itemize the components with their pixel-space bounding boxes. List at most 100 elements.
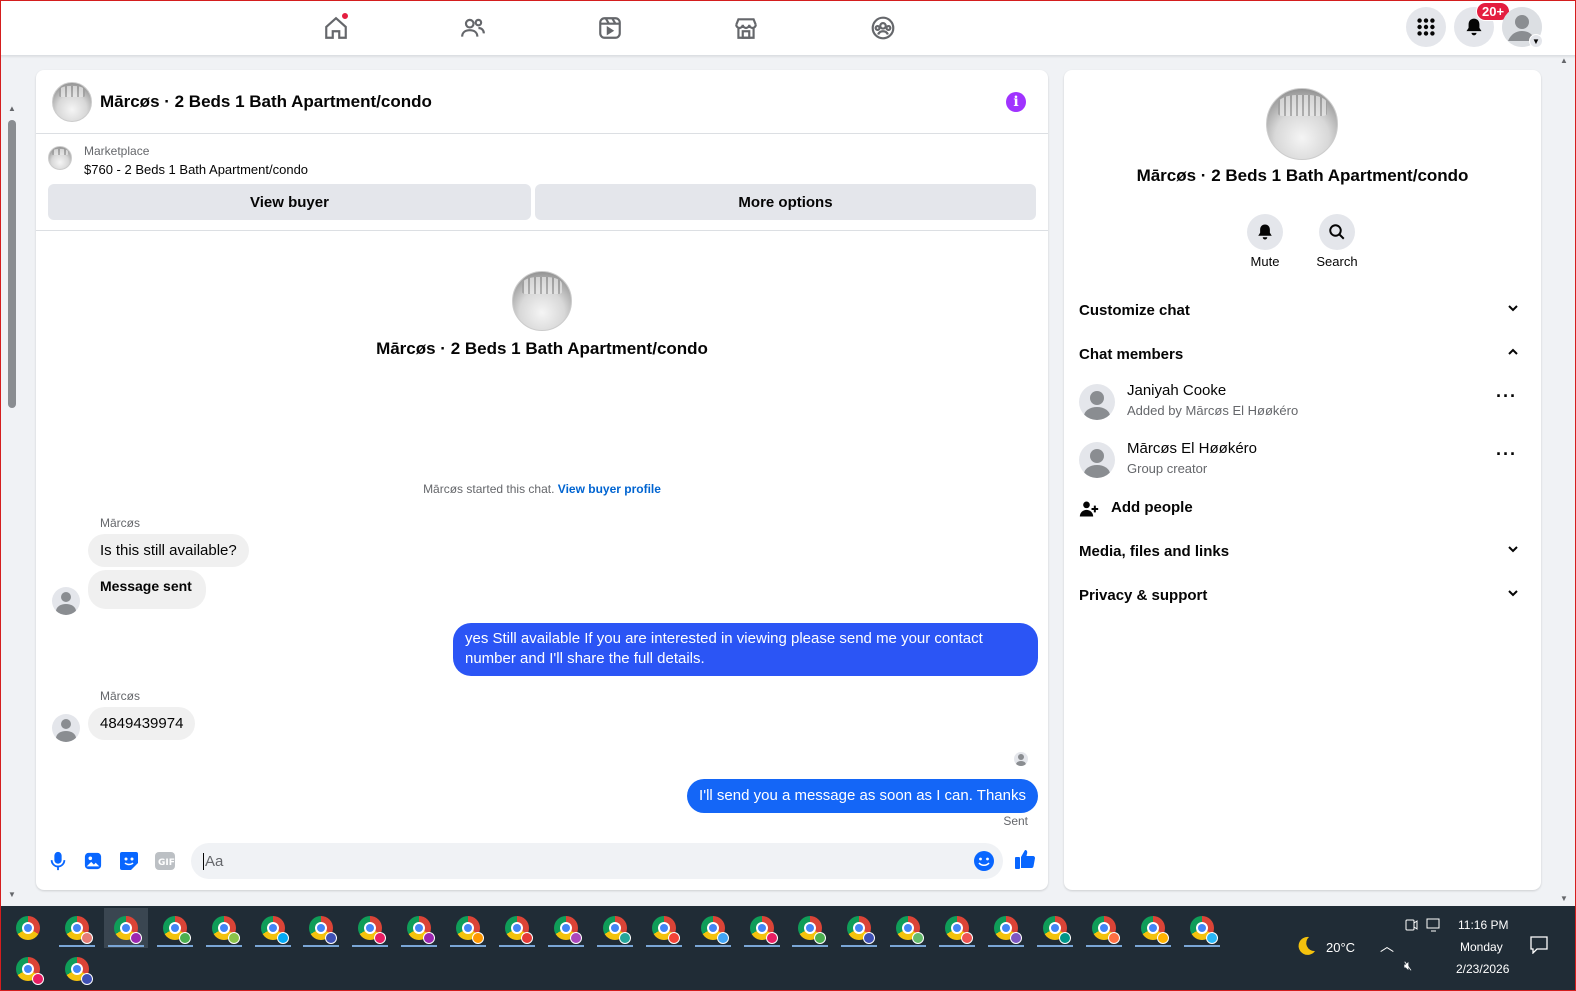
privacy-support-section[interactable]: Privacy & support xyxy=(1079,587,1529,604)
sender-name: Mārcøs xyxy=(100,689,140,703)
chrome-icon xyxy=(994,916,1022,944)
chrome-taskbar-icon[interactable] xyxy=(1180,908,1224,948)
listing-title[interactable]: $760 - 2 Beds 1 Bath Apartment/condo xyxy=(84,162,308,177)
listing-thumbnail[interactable] xyxy=(48,146,72,170)
marketplace-icon[interactable] xyxy=(730,12,762,44)
details-title: Mārcøs · 2 Beds 1 Bath Apartment/condo xyxy=(1136,166,1469,185)
chat-title[interactable]: Mārcøs · 2 Beds 1 Bath Apartment/condo xyxy=(100,92,432,112)
chrome-taskbar-icon[interactable] xyxy=(593,908,637,948)
photo-icon[interactable] xyxy=(82,850,104,872)
menu-button[interactable] xyxy=(1406,7,1446,47)
customize-chat-section[interactable]: Customize chat xyxy=(1079,302,1529,319)
notification-center-icon[interactable] xyxy=(1530,936,1548,954)
like-icon[interactable] xyxy=(1014,848,1036,870)
mute-label: Mute xyxy=(1250,254,1280,269)
mute-button[interactable]: Mute xyxy=(1235,214,1295,269)
sender-avatar[interactable] xyxy=(52,587,80,615)
chrome-taskbar-icon[interactable] xyxy=(984,908,1028,948)
profile-badge-icon xyxy=(129,932,142,944)
profile-badge-icon xyxy=(1010,932,1022,944)
sender-avatar[interactable] xyxy=(52,714,80,742)
chrome-taskbar-icon[interactable] xyxy=(495,908,539,948)
chevron-up-icon[interactable]: ︿ xyxy=(1380,936,1394,956)
view-buyer-button[interactable]: View buyer xyxy=(48,184,531,220)
more-options-icon[interactable]: ··· xyxy=(1496,386,1517,407)
chrome-taskbar-icon[interactable] xyxy=(202,908,246,948)
account-avatar[interactable]: ▼ xyxy=(1502,7,1543,48)
notifications-button[interactable]: 20+ xyxy=(1454,2,1511,47)
chrome-taskbar-icon[interactable] xyxy=(153,908,197,948)
chrome-taskbar-icon[interactable] xyxy=(642,908,686,948)
more-options-button[interactable]: More options xyxy=(535,184,1036,220)
chrome-icon xyxy=(602,916,631,944)
message-bubble-incoming[interactable]: Is this still available? xyxy=(88,534,249,567)
meet-now-icon[interactable] xyxy=(1404,918,1418,932)
network-icon[interactable] xyxy=(1426,918,1442,932)
chrome-taskbar-icon[interactable] xyxy=(103,908,148,948)
profile-badge-icon xyxy=(1205,932,1218,944)
sticker-icon[interactable] xyxy=(118,850,140,872)
chrome-taskbar-icon[interactable] xyxy=(55,949,99,989)
scroll-thumb[interactable] xyxy=(8,120,16,408)
home-icon[interactable] xyxy=(320,12,352,44)
chrome-icon xyxy=(651,916,680,944)
page-scrollbar[interactable]: ▲ ▼ xyxy=(4,100,18,900)
chrome-taskbar-icon[interactable] xyxy=(397,908,441,948)
chrome-taskbar-icon[interactable] xyxy=(740,908,784,948)
clock-date[interactable]: 2/23/2026 xyxy=(1456,962,1509,976)
view-buyer-profile-link[interactable]: View buyer profile xyxy=(558,482,661,496)
video-icon[interactable] xyxy=(594,12,626,44)
scroll-down-arrow-icon[interactable]: ▼ xyxy=(8,890,16,899)
chrome-taskbar-icon[interactable] xyxy=(299,908,343,948)
chat-avatar[interactable] xyxy=(52,82,92,122)
info-icon[interactable]: i xyxy=(1006,92,1026,112)
top-navigation-bar: 20+ ▼ xyxy=(0,0,1576,56)
gif-icon[interactable]: GIF xyxy=(154,850,176,872)
media-files-links-section[interactable]: Media, files and links xyxy=(1079,543,1529,560)
member-row[interactable]: Mārcøs El Høøkéro Group creator ··· xyxy=(1079,438,1529,482)
right-scrollbar[interactable]: ▲ ▼ xyxy=(1556,56,1570,906)
microphone-icon[interactable] xyxy=(47,850,69,872)
member-subtitle: Added by Mārcøs El Høøkéro xyxy=(1127,403,1299,418)
speaker-muted-icon[interactable]: 🔇︎ xyxy=(1404,958,1412,974)
moon-weather-icon[interactable] xyxy=(1294,934,1318,958)
chrome-taskbar-icon[interactable] xyxy=(251,908,295,948)
weather-temperature[interactable]: 20°C xyxy=(1326,940,1355,955)
chrome-taskbar-icon[interactable] xyxy=(788,908,832,948)
scroll-down-arrow-icon[interactable]: ▼ xyxy=(1560,894,1568,903)
chrome-taskbar-icon[interactable] xyxy=(1082,908,1126,948)
search-button[interactable]: Search xyxy=(1307,214,1367,269)
message-bubble-outgoing[interactable]: yes Still available If you are intereste… xyxy=(453,623,1038,676)
chrome-taskbar-icon[interactable] xyxy=(691,908,735,948)
chrome-taskbar-icon[interactable] xyxy=(6,949,50,989)
friends-icon[interactable] xyxy=(457,12,489,44)
chrome-taskbar-icon[interactable] xyxy=(544,908,588,948)
chrome-taskbar-icon[interactable] xyxy=(55,908,99,948)
chrome-taskbar-icon[interactable] xyxy=(1131,908,1175,948)
scroll-up-arrow-icon[interactable]: ▲ xyxy=(1560,56,1568,65)
message-bubble-outgoing[interactable]: I'll send you a message as soon as I can… xyxy=(687,779,1038,813)
chrome-taskbar-icon[interactable] xyxy=(837,908,881,948)
more-options-icon[interactable]: ··· xyxy=(1496,444,1517,465)
groups-icon[interactable] xyxy=(867,12,899,44)
message-input[interactable]: Aa xyxy=(191,843,1003,879)
chrome-taskbar-icon[interactable] xyxy=(446,908,490,948)
message-bubble-incoming[interactable]: Message sent xyxy=(88,570,206,609)
chrome-taskbar-icon[interactable] xyxy=(1033,908,1077,948)
profile-badge-icon xyxy=(472,932,485,944)
message-composer: GIF Aa xyxy=(36,836,1048,886)
chrome-taskbar-icon[interactable] xyxy=(935,908,979,948)
clock-day[interactable]: Monday xyxy=(1460,940,1503,954)
add-people-button[interactable]: Add people xyxy=(1079,499,1529,517)
chrome-taskbar-icon[interactable] xyxy=(348,908,392,948)
chat-members-section[interactable]: Chat members xyxy=(1079,346,1529,363)
emoji-icon[interactable] xyxy=(973,850,995,872)
scroll-up-arrow-icon[interactable]: ▲ xyxy=(8,104,16,113)
member-row[interactable]: Janiyah Cooke Added by Mārcøs El Høøkéro… xyxy=(1079,380,1529,424)
chrome-taskbar-icon[interactable] xyxy=(886,908,930,948)
clock-time[interactable]: 11:16 PM xyxy=(1458,918,1508,932)
chrome-taskbar-icon[interactable] xyxy=(6,908,50,948)
profile-badge-icon xyxy=(32,973,44,985)
add-person-icon xyxy=(1079,501,1099,517)
message-bubble-incoming[interactable]: 4849439974 xyxy=(88,707,196,740)
